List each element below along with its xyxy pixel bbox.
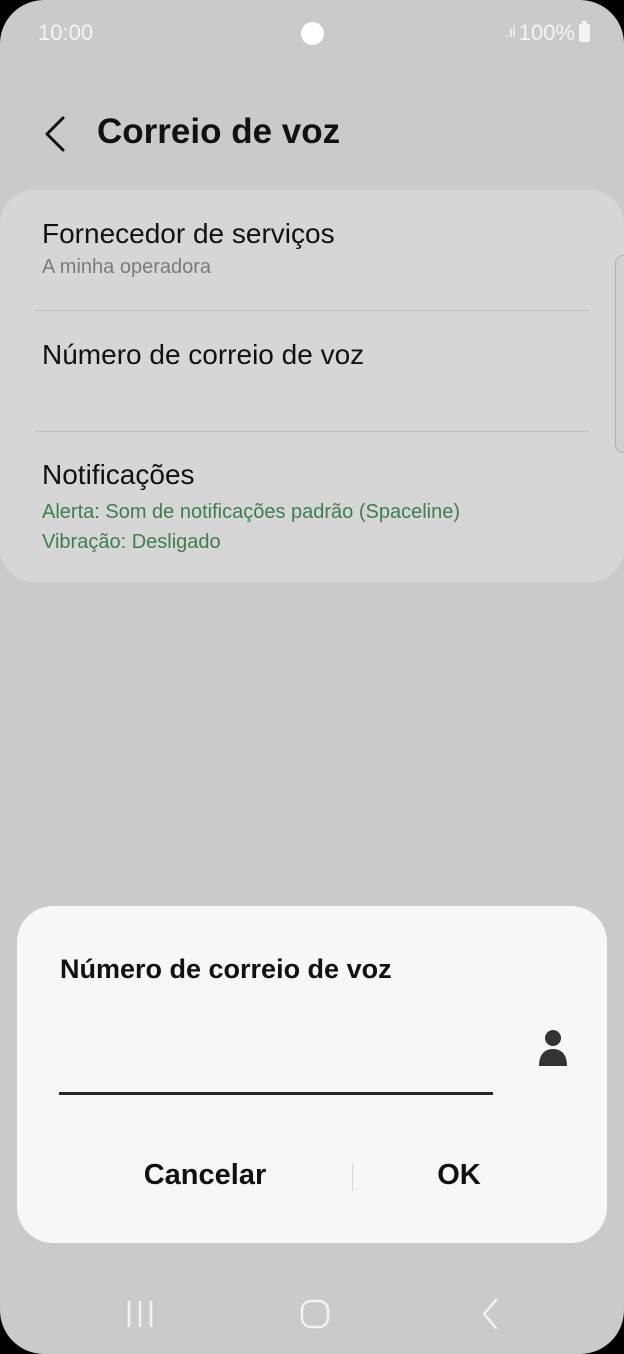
divider [35, 310, 589, 311]
notification-vibration-text: Vibração: Desligado [42, 531, 221, 553]
status-right: .ıl 100% [505, 20, 590, 46]
settings-item-title: Fornecedor de serviços [42, 218, 335, 249]
voicemail-number-input[interactable] [59, 1024, 493, 1095]
cancel-button[interactable]: Cancelar [95, 1150, 315, 1200]
signal-icon: .ıl [505, 24, 516, 41]
battery-icon [579, 21, 590, 42]
recents-button[interactable] [100, 1290, 180, 1338]
phone-screen: 10:00 .ıl 100% Correio de voz Fornecedor… [0, 0, 624, 1354]
person-icon [539, 1030, 567, 1066]
contacts-button[interactable] [533, 1028, 573, 1068]
settings-item-subtitle: A minha operadora [42, 256, 212, 278]
back-icon [482, 1298, 498, 1330]
ok-button[interactable]: OK [347, 1150, 571, 1200]
nav-back-button[interactable] [450, 1290, 530, 1338]
settings-item-voicemail-number[interactable]: Número de correio de voz [42, 339, 364, 371]
status-time: 10:00 [38, 20, 94, 45]
voicemail-number-dialog: Número de correio de voz Cancelar OK [17, 906, 607, 1243]
divider [35, 431, 589, 432]
chevron-left-icon [45, 116, 65, 152]
dialog-title: Número de correio de voz [60, 954, 392, 984]
scrollbar[interactable] [615, 255, 624, 453]
recents-icon [127, 1301, 153, 1327]
notification-alert-text: Alerta: Som de notificações padrão (Spac… [42, 501, 461, 523]
settings-item-title: Número de correio de voz [42, 339, 365, 370]
back-button[interactable] [30, 108, 80, 160]
battery-percent: 100% [518, 20, 575, 45]
page-title: Correio de voz [97, 112, 341, 151]
settings-item-title: Notificações [42, 459, 195, 490]
home-button[interactable] [275, 1290, 355, 1338]
home-icon [300, 1299, 330, 1329]
camera-cutout [301, 22, 324, 45]
settings-item-service-provider[interactable]: Fornecedor de serviços A minha operadora [42, 218, 335, 279]
settings-item-notifications[interactable]: Notificações Alerta: Som de notificações… [42, 459, 460, 557]
